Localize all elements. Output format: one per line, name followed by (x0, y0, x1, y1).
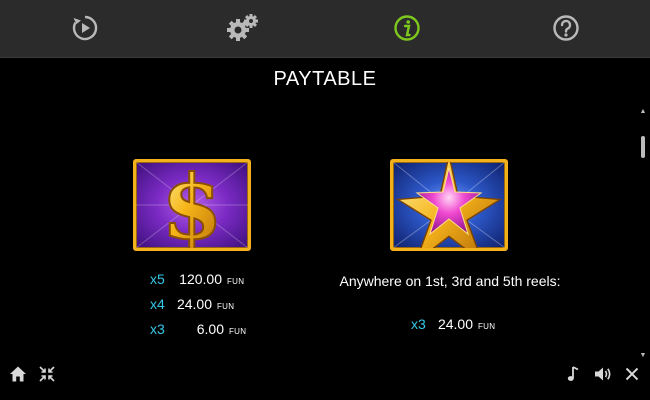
info-icon (394, 15, 420, 41)
help-icon (553, 15, 579, 41)
svg-text:$: $ (161, 162, 222, 248)
payout-row: x3 6.00 FUN (150, 321, 246, 341)
payout-currency: FUN (227, 277, 245, 286)
dollar-symbol-icon: $ (136, 162, 248, 248)
dollar-symbol-tile: $ (133, 159, 251, 251)
home-button[interactable] (8, 364, 28, 384)
payout-row: x3 24.00 FUN (411, 316, 495, 336)
payout-amount: 24.00 (437, 316, 473, 332)
payout-multiplier: x3 (150, 321, 165, 337)
star-symbol-icon (393, 162, 505, 248)
scrollbar[interactable]: ▲ ▼ (639, 108, 647, 360)
home-icon (10, 366, 26, 382)
payout-multiplier: x5 (150, 271, 165, 287)
payout-row: x5 120.00 FUN (150, 271, 244, 291)
scroll-thumb[interactable] (641, 136, 645, 158)
sound-icon (595, 367, 611, 381)
payout-currency: FUN (217, 302, 235, 311)
page-title: PAYTABLE (273, 68, 377, 90)
autoplay-icon (72, 15, 98, 41)
help-button[interactable] (549, 11, 583, 45)
payout-currency: FUN (478, 322, 496, 331)
payout-row: x4 24.00 FUN (150, 296, 234, 316)
exit-fullscreen-icon (39, 366, 55, 382)
close-icon (625, 367, 639, 381)
scatter-condition-text: Anywhere on 1st, 3rd and 5th reels: (339, 273, 561, 289)
payout-currency: FUN (229, 327, 247, 336)
scroll-down-arrow-icon[interactable]: ▼ (639, 352, 647, 360)
scroll-up-arrow-icon[interactable]: ▲ (639, 108, 647, 116)
payout-amount: 24.00 (176, 296, 212, 312)
info-button[interactable] (390, 11, 424, 45)
music-button[interactable] (563, 364, 583, 384)
payout-multiplier: x4 (150, 296, 165, 312)
payout-amount: 120.00 (179, 271, 222, 287)
autoplay-button[interactable] (68, 11, 102, 45)
settings-icon (227, 14, 258, 41)
exit-fullscreen-button[interactable] (37, 364, 57, 384)
settings-button[interactable] (226, 11, 260, 45)
payout-multiplier: x3 (411, 316, 426, 332)
payout-amount: 6.00 (196, 321, 224, 337)
sound-button[interactable] (592, 364, 614, 384)
star-symbol-tile (390, 159, 508, 251)
close-button[interactable] (622, 364, 642, 384)
music-icon (567, 366, 579, 381)
top-toolbar (0, 0, 650, 58)
